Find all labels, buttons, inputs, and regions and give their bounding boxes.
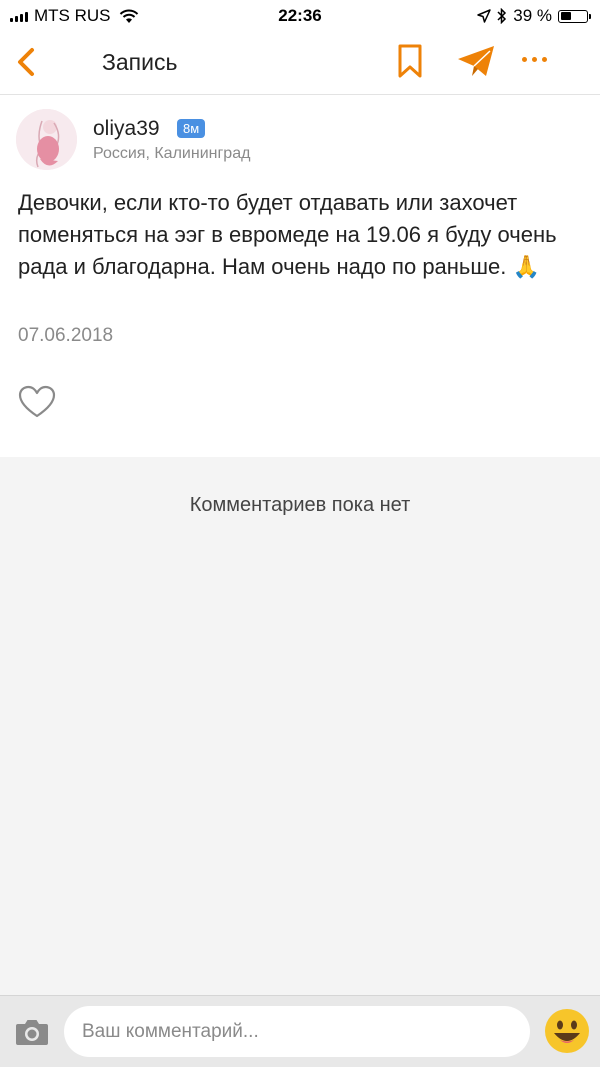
heart-icon[interactable] xyxy=(18,385,56,419)
status-right: 39 % xyxy=(477,6,591,26)
more-options-icon[interactable] xyxy=(522,57,547,62)
post-card: oliya39 8м Россия, Калининград Девочки, … xyxy=(0,95,600,457)
location-arrow-icon xyxy=(477,9,491,23)
back-icon[interactable] xyxy=(14,44,44,80)
post-text: Девочки, если кто-то будет отдавать или … xyxy=(18,190,557,279)
comment-composer: Ваш комментарий... xyxy=(0,995,600,1067)
post-date: 07.06.2018 xyxy=(18,325,114,346)
status-badge: 8м xyxy=(177,119,206,138)
nav-bar: Запись xyxy=(0,32,600,95)
battery-percent: 39 % xyxy=(513,6,552,25)
author-location: Россия, Калининград xyxy=(93,145,251,162)
battery-icon xyxy=(558,9,591,23)
share-send-icon[interactable] xyxy=(456,44,496,78)
emoji-icon[interactable] xyxy=(544,1008,590,1054)
page-title: Запись xyxy=(102,49,178,75)
comment-input[interactable]: Ваш комментарий... xyxy=(64,1006,530,1057)
avatar[interactable] xyxy=(16,109,77,170)
author-name[interactable]: oliya39 xyxy=(93,117,160,141)
bookmark-icon[interactable] xyxy=(397,43,423,79)
camera-icon[interactable] xyxy=(15,1018,49,1046)
no-comments-label: Комментариев пока нет xyxy=(189,494,411,516)
bluetooth-icon xyxy=(497,8,507,24)
avatar-image xyxy=(16,109,77,170)
status-bar: MTS RUS 22:36 39 % xyxy=(0,0,600,32)
